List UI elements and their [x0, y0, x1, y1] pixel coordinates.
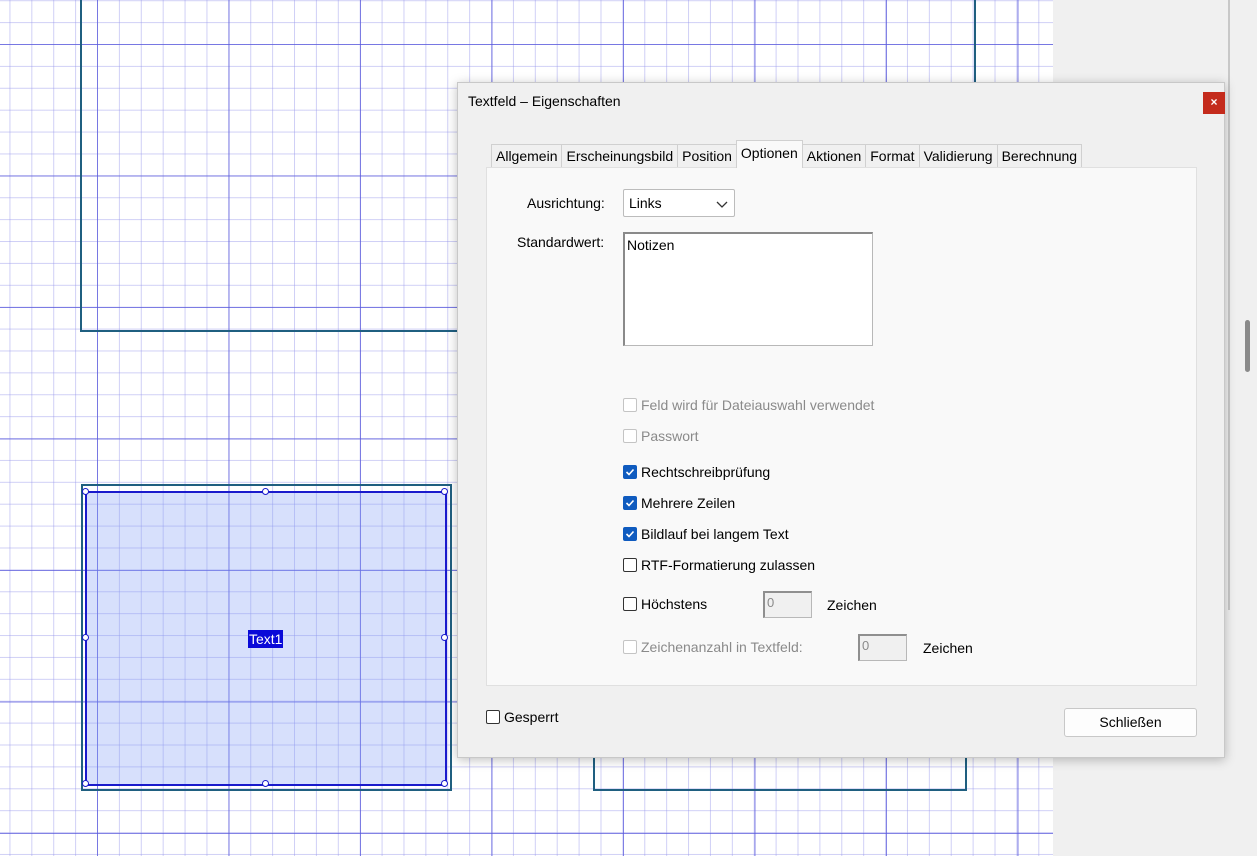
close-button[interactable]: Schließen — [1064, 708, 1197, 737]
file-select-label: Feld wird für Dateiauswahl verwendet — [641, 397, 875, 413]
multiline-label: Mehrere Zeilen — [641, 495, 736, 511]
comb-unit: Zeichen — [923, 640, 973, 656]
scroll-long-text-label: Bildlauf bei langem Text — [641, 526, 789, 542]
tab-validierung[interactable]: Validierung — [918, 144, 998, 167]
comb-input[interactable]: 0 — [858, 634, 907, 661]
scroll-long-text-checkbox[interactable] — [623, 527, 637, 541]
max-chars-input[interactable]: 0 — [763, 591, 812, 618]
tab-optionen[interactable]: Optionen — [735, 140, 803, 168]
multiline-checkbox[interactable] — [623, 496, 637, 510]
multiline-option[interactable]: Mehrere Zeilen — [623, 493, 735, 513]
checkmark-icon — [625, 499, 635, 507]
max-chars-label: Höchstens — [641, 596, 708, 612]
default-value-label: Standardwert: — [517, 234, 605, 250]
password-option[interactable]: Passwort — [623, 426, 699, 446]
checkmark-icon — [625, 468, 635, 476]
default-value-textarea[interactable]: Notizen — [623, 232, 873, 346]
chevron-down-icon — [716, 201, 728, 208]
max-chars-option[interactable]: Höchstens — [623, 594, 707, 614]
tab-format[interactable]: Format — [865, 144, 920, 167]
tab-position[interactable]: Position — [677, 144, 737, 167]
resize-handle-bottom-right[interactable] — [441, 780, 448, 787]
alignment-select[interactable]: Links — [623, 189, 735, 217]
checkmark-icon — [625, 530, 635, 538]
resize-handle-bottom-left[interactable] — [82, 780, 89, 787]
max-chars-unit: Zeichen — [827, 597, 877, 613]
spell-check-option[interactable]: Rechtschreibprüfung — [623, 462, 770, 482]
spell-check-checkbox[interactable] — [623, 465, 637, 479]
rich-text-option[interactable]: RTF-Formatierung zulassen — [623, 555, 815, 575]
password-label: Passwort — [641, 428, 699, 444]
resize-handle-top-left[interactable] — [82, 488, 89, 495]
rich-text-checkbox[interactable] — [623, 558, 637, 572]
resize-handle-top-center[interactable] — [262, 488, 269, 495]
tab-strip: Allgemein Erscheinungsbild Position Opti… — [491, 140, 1083, 168]
resize-handle-top-right[interactable] — [441, 488, 448, 495]
scrollbar-thumb[interactable] — [1245, 320, 1250, 372]
alignment-select-value: Links — [629, 195, 662, 211]
close-icon[interactable]: × — [1203, 92, 1225, 114]
default-value-text: Notizen — [627, 237, 675, 253]
file-select-option[interactable]: Feld wird für Dateiauswahl verwendet — [623, 395, 874, 415]
locked-label: Gesperrt — [504, 709, 559, 725]
dialog-title: Textfeld – Eigenschaften — [468, 93, 621, 109]
spell-check-label: Rechtschreibprüfung — [641, 464, 771, 480]
field-name-label: Text1 — [248, 630, 284, 648]
tab-allgemein[interactable]: Allgemein — [491, 144, 563, 167]
file-select-checkbox[interactable] — [623, 398, 637, 412]
resize-handle-middle-right[interactable] — [441, 634, 448, 641]
locked-option[interactable]: Gesperrt — [486, 707, 558, 727]
alignment-label: Ausrichtung: — [527, 195, 605, 211]
text-field-properties-dialog: Textfeld – Eigenschaften × Allgemein Ers… — [457, 82, 1225, 758]
max-chars-checkbox[interactable] — [623, 597, 637, 611]
password-checkbox[interactable] — [623, 429, 637, 443]
resize-handle-middle-left[interactable] — [82, 634, 89, 641]
tab-erscheinungsbild[interactable]: Erscheinungsbild — [561, 144, 679, 167]
scroll-long-text-option[interactable]: Bildlauf bei langem Text — [623, 524, 789, 544]
max-chars-value: 0 — [767, 595, 775, 610]
comb-checkbox[interactable] — [623, 640, 637, 654]
rich-text-label: RTF-Formatierung zulassen — [641, 557, 816, 573]
resize-handle-bottom-center[interactable] — [262, 780, 269, 787]
comb-value: 0 — [862, 638, 870, 653]
comb-option[interactable]: Zeichenanzahl in Textfeld: — [623, 637, 803, 657]
tab-aktionen[interactable]: Aktionen — [801, 144, 867, 167]
scrollbar-divider — [1228, 0, 1230, 610]
comb-label: Zeichenanzahl in Textfeld: — [641, 639, 803, 655]
tab-berechnung[interactable]: Berechnung — [996, 144, 1083, 167]
locked-checkbox[interactable] — [486, 710, 500, 724]
